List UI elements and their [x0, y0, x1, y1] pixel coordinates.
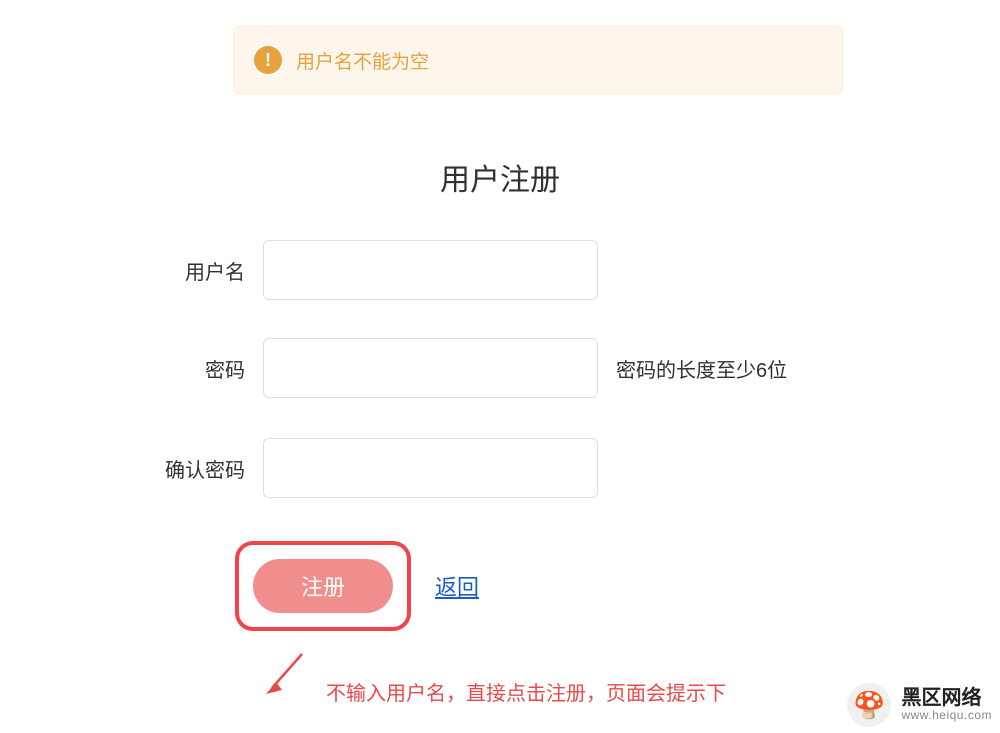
button-row: 注册 返回	[235, 541, 479, 631]
watermark-title: 黑区网络	[901, 687, 992, 709]
alert-text: 用户名不能为空	[296, 47, 429, 74]
form-title: 用户注册	[0, 155, 1000, 199]
back-link[interactable]: 返回	[435, 570, 479, 602]
warning-icon-glyph: !	[265, 50, 271, 71]
confirm-password-label: 确认密码	[135, 454, 245, 483]
watermark: 🍄 黑区网络 www.heiqu.com	[847, 683, 992, 727]
password-input[interactable]	[263, 338, 598, 398]
annotation-arrow-icon	[260, 648, 310, 698]
alert-warning: ! 用户名不能为空	[233, 26, 843, 94]
annotation-text: 不输入用户名，直接点击注册，页面会提示下	[326, 677, 726, 706]
annotation-highlight-box: 注册	[235, 541, 411, 631]
watermark-url: www.heiqu.com	[901, 709, 992, 722]
password-hint: 密码的长度至少6位	[616, 354, 787, 383]
warning-icon: !	[254, 46, 282, 74]
register-button[interactable]: 注册	[253, 559, 393, 613]
confirm-password-input[interactable]	[263, 438, 598, 498]
form-row-confirm: 确认密码	[135, 438, 598, 498]
username-input[interactable]	[263, 240, 598, 300]
username-label: 用户名	[135, 256, 245, 285]
form-row-password: 密码 密码的长度至少6位	[135, 338, 787, 398]
watermark-logo-icon: 🍄	[847, 683, 891, 727]
form-row-username: 用户名	[135, 240, 598, 300]
watermark-text: 黑区网络 www.heiqu.com	[901, 687, 992, 722]
password-label: 密码	[135, 354, 245, 383]
